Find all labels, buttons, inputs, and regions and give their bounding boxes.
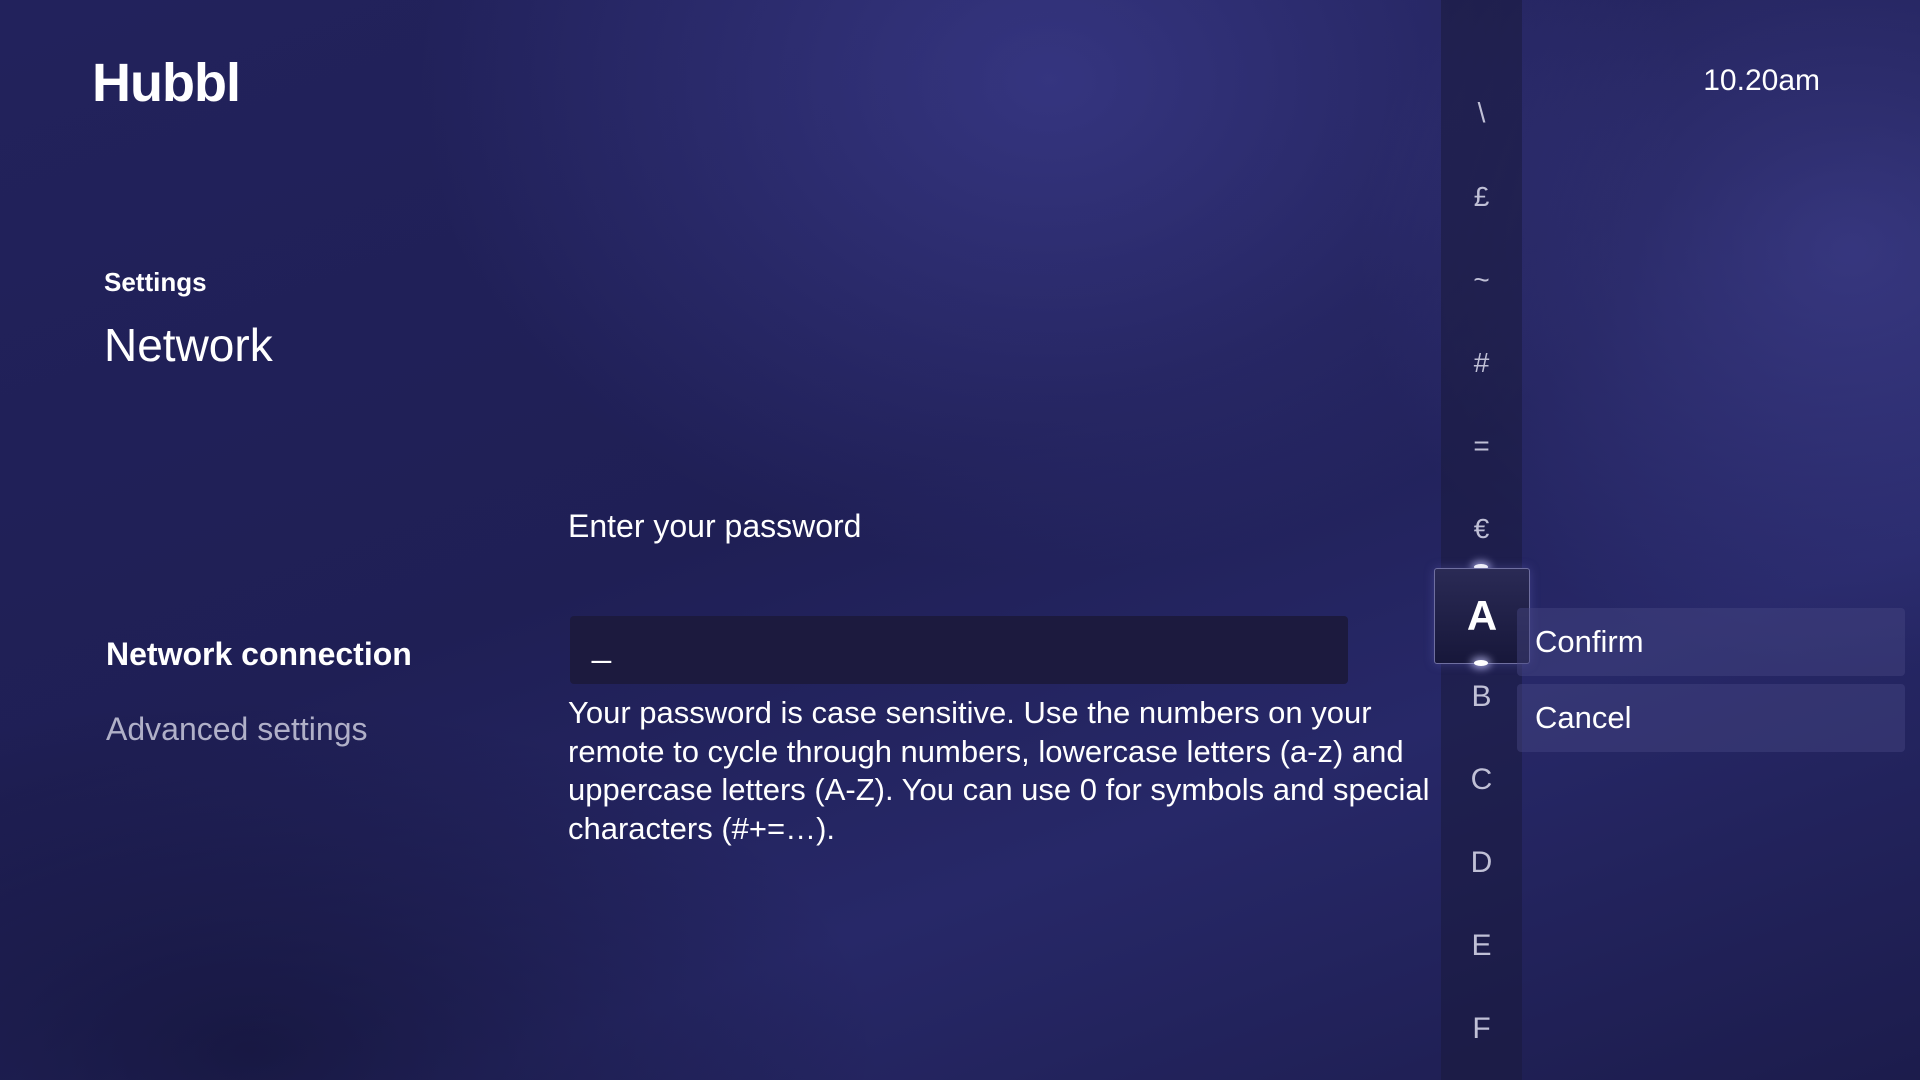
char-option-b[interactable]: B [1441, 680, 1522, 714]
breadcrumb: Settings [104, 267, 207, 297]
menu-item-advanced-settings[interactable]: Advanced settings [106, 705, 412, 780]
cancel-button[interactable]: Cancel [1517, 684, 1905, 752]
password-help-text: Your password is case sensitive. Use the… [568, 695, 1430, 846]
char-option-e[interactable]: E [1441, 929, 1522, 963]
hubbl-logo: Hubbl [92, 53, 241, 113]
password-cursor: _ [592, 626, 611, 664]
char-option-backslash[interactable]: \ [1441, 97, 1522, 129]
char-option-hash[interactable]: # [1441, 347, 1522, 379]
char-option-equals[interactable]: = [1441, 430, 1522, 462]
password-input[interactable]: _ [570, 616, 1348, 684]
settings-menu: Network connection Advanced settings [106, 630, 412, 780]
char-option-d[interactable]: D [1441, 846, 1522, 880]
char-option-tilde[interactable]: ~ [1441, 264, 1522, 296]
character-picker[interactable]: \ £ ~ # = € B C D E F [1441, 0, 1522, 1080]
password-prompt: Enter your password [568, 508, 862, 544]
clock: 10.20am [1703, 64, 1820, 97]
confirm-button[interactable]: Confirm [1517, 608, 1905, 676]
char-option-f[interactable]: F [1441, 1012, 1522, 1046]
char-option-pound[interactable]: £ [1441, 181, 1522, 213]
page-title: Network [104, 319, 273, 371]
background [0, 0, 1920, 1080]
menu-item-network-connection[interactable]: Network connection [106, 630, 412, 705]
scroll-down-indicator [1474, 660, 1488, 666]
char-option-c[interactable]: C [1441, 763, 1522, 797]
char-option-euro[interactable]: € [1441, 513, 1522, 545]
char-option-selected[interactable]: A [1434, 568, 1530, 664]
